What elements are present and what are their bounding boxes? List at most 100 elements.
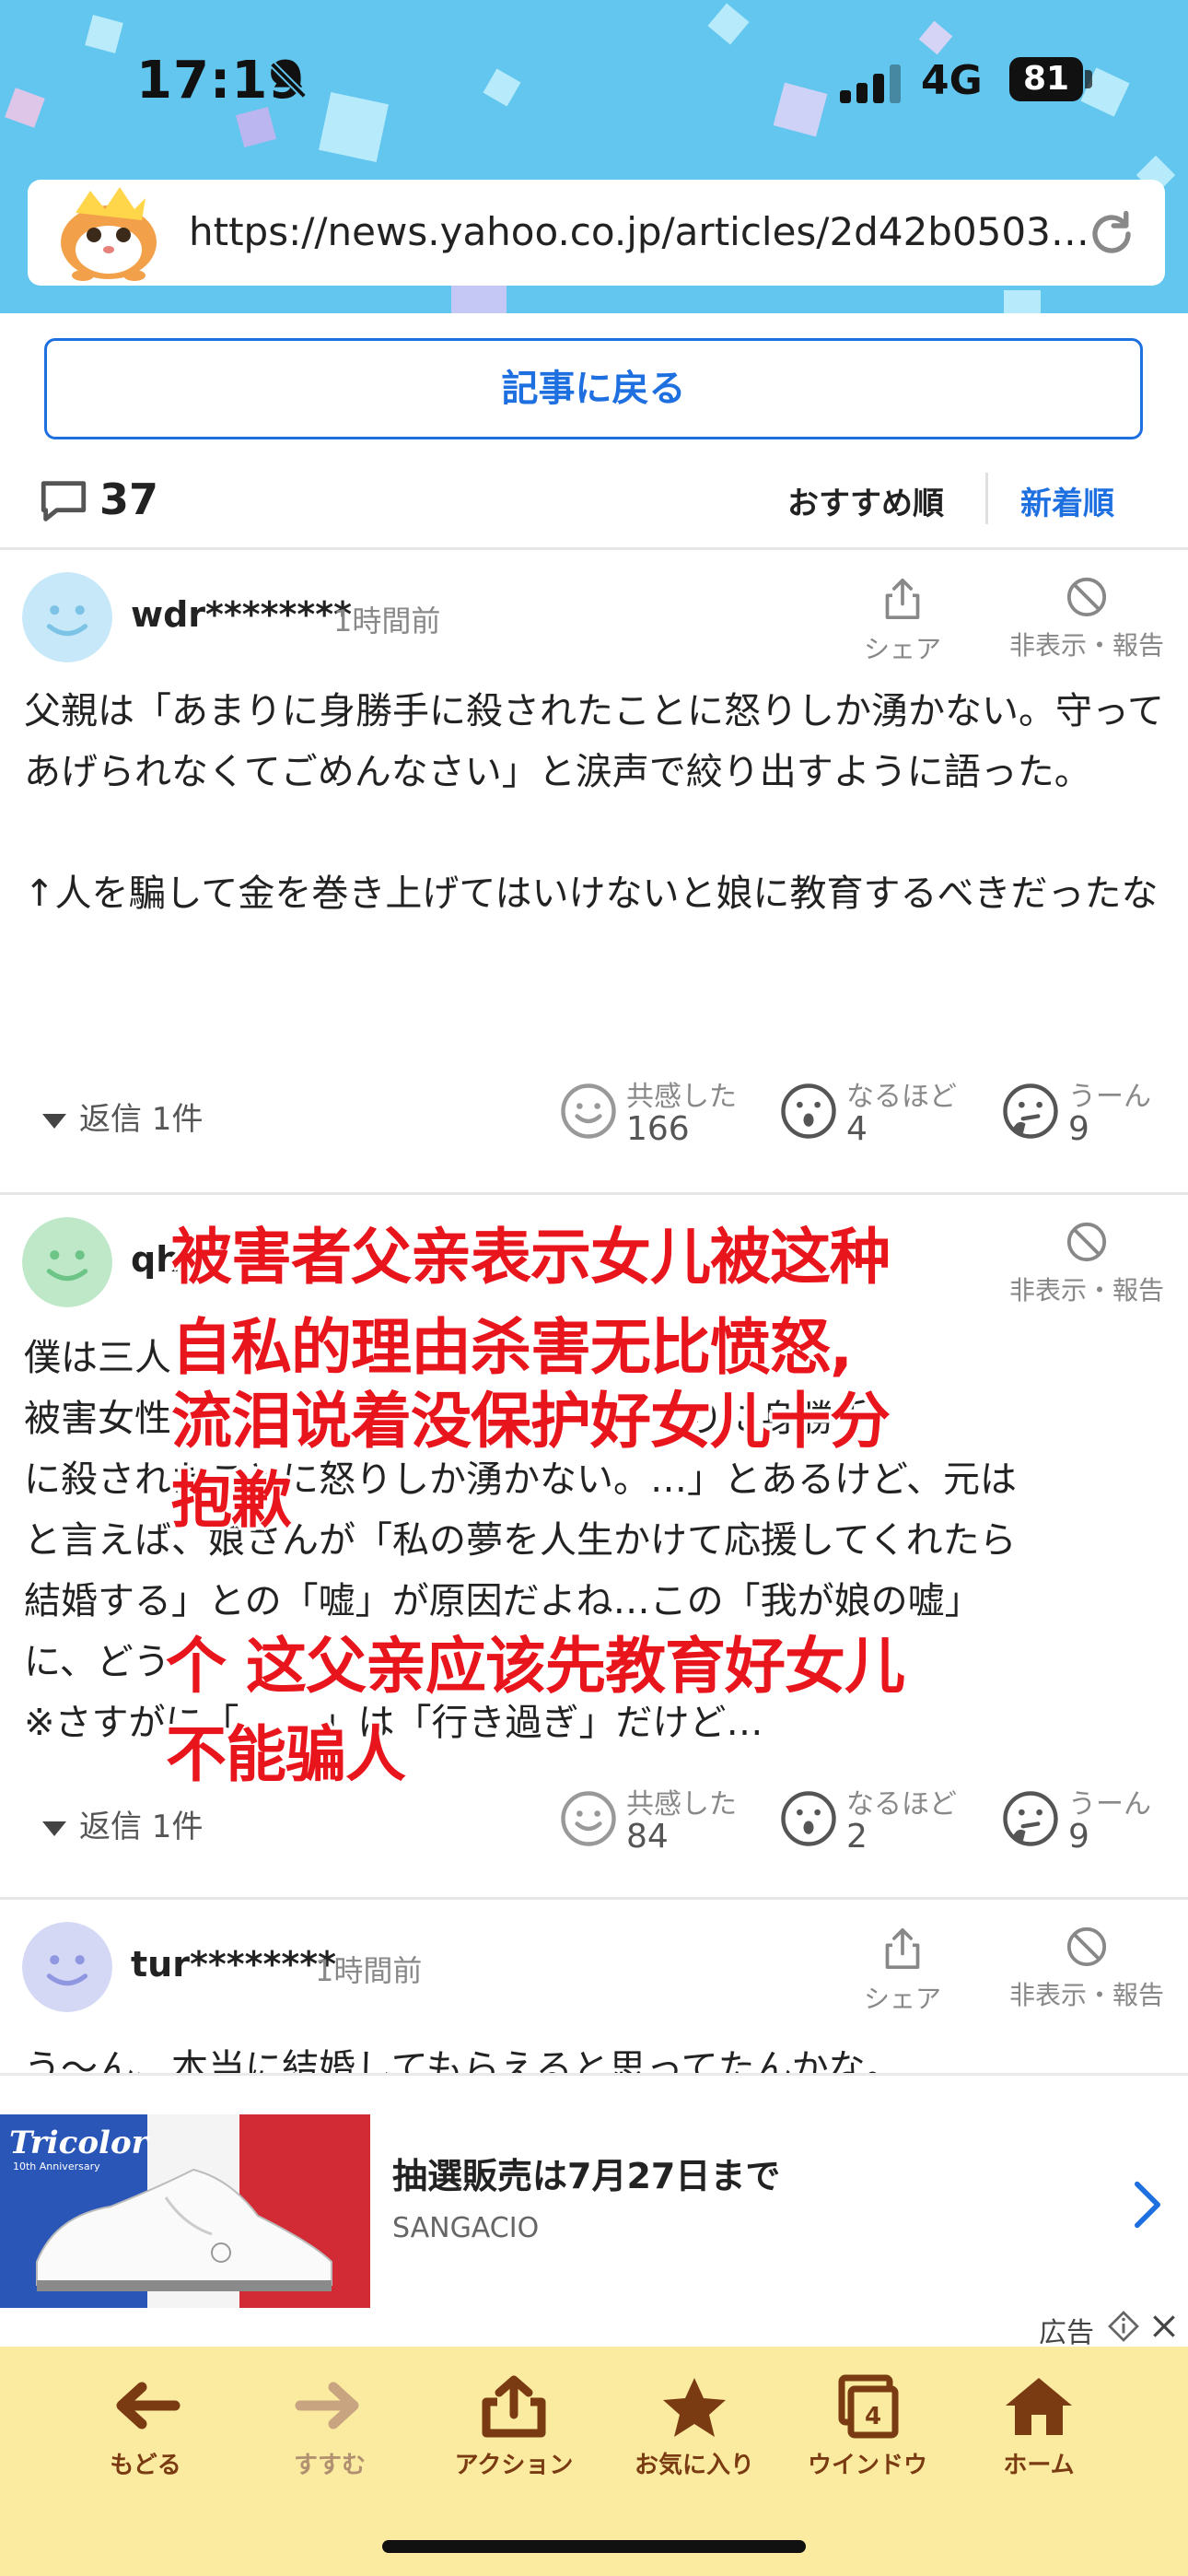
replies-toggle[interactable]: 返信 1件 xyxy=(42,1801,203,1846)
confetti-decoration xyxy=(1004,290,1041,313)
cellular-signal-icon xyxy=(840,64,901,103)
forward-arrow-icon xyxy=(295,2382,359,2430)
avatar xyxy=(22,572,112,662)
comment-time: 1時間前 xyxy=(333,603,441,638)
windows-icon: 4 xyxy=(838,2374,899,2439)
ad-label-row: 広告 xyxy=(0,2308,1188,2349)
toolbar-label: ウインドウ xyxy=(807,2452,927,2479)
ad-banner[interactable]: Tricolor 10th Anniversary 抽選販売は7月27日まで S… xyxy=(0,2073,1188,2308)
overlay-annotation-line: 不能骗人 xyxy=(166,1719,406,1790)
status-bar: 17:19 4G 81 xyxy=(0,0,1188,161)
confetti-decoration xyxy=(451,286,507,313)
ad-title[interactable]: 抽選販売は7月27日まで xyxy=(392,2148,780,2198)
hide-report-button[interactable]: 非表示・報告 xyxy=(999,1221,1174,1313)
hide-report-label: 非表示・報告 xyxy=(1008,630,1164,661)
reload-icon[interactable] xyxy=(1087,209,1136,259)
replies-toggle[interactable]: 返信 1件 xyxy=(42,1094,203,1139)
reaction-agree-button[interactable]: 共感した 166 xyxy=(558,1073,742,1156)
reaction-count: 9 xyxy=(1068,1818,1089,1856)
comment-body: う～ん、本当に結婚してもらえると思ってたんかな。 xyxy=(24,2047,903,2073)
toolbar-forward-button[interactable]: すすむ xyxy=(256,2374,403,2480)
avatar xyxy=(22,1922,112,2012)
comment-item: qh 非表示・報告 僕は三人 被害女性 りに身勝手 に殺されたことに怒りしか湧か… xyxy=(0,1195,1188,1900)
comment-time: 1時間前 xyxy=(315,1953,423,1988)
reaction-count: 84 xyxy=(626,1818,669,1856)
home-indicator[interactable] xyxy=(382,2540,806,2553)
comment-username[interactable]: wdr******** xyxy=(131,594,352,635)
reaction-insight-button[interactable]: なるほど 2 xyxy=(778,1781,962,1864)
overlay-annotation-line: 被害者父亲表示女儿被这种 xyxy=(171,1222,891,1293)
battery-tip xyxy=(1085,70,1092,88)
reaction-label: なるほど xyxy=(846,1081,957,1113)
sneaker-ad-image: Tricolor 10th Anniversary xyxy=(0,2114,370,2308)
overlay-annotation-line: 抱歉 xyxy=(171,1465,292,1536)
toolbar-label: お気に入り xyxy=(634,2452,754,2479)
reaction-count: 166 xyxy=(626,1110,690,1148)
share-button[interactable]: シェア xyxy=(856,576,949,668)
ad-info-icon[interactable] xyxy=(1107,2310,1140,2343)
hide-report-button[interactable]: 非表示・報告 xyxy=(999,576,1174,668)
comment-bubble-icon xyxy=(41,481,87,521)
reaction-count: 4 xyxy=(846,1110,868,1148)
reaction-hmm-button[interactable]: うーん 9 xyxy=(1000,1073,1184,1156)
smile-face-icon xyxy=(561,1083,616,1139)
toolbar-home-button[interactable]: ホーム xyxy=(965,2374,1112,2480)
back-to-article-button[interactable]: 記事に戻る xyxy=(44,338,1143,439)
block-icon xyxy=(1066,1222,1107,1262)
sort-recommended-tab[interactable]: おすすめ順 xyxy=(787,478,944,523)
chevron-right-icon[interactable] xyxy=(1131,2179,1164,2231)
comment-item: wdr******** 1時間前 シェア 非表示・報告 父親は「あまりに身勝手に… xyxy=(0,550,1188,1195)
network-type: 4G xyxy=(921,57,983,104)
toolbar-label: もどる xyxy=(110,2452,181,2479)
reaction-label: うーん xyxy=(1068,1788,1151,1821)
surprised-face-icon xyxy=(781,1791,836,1846)
battery-level: 81 xyxy=(1022,60,1070,98)
overlay-annotation-line: 自私的理由杀害无比愤怒, xyxy=(171,1312,853,1383)
toolbar-label: ホーム xyxy=(1003,2452,1075,2479)
star-icon xyxy=(663,2378,726,2437)
avatar xyxy=(22,1217,112,1307)
ad-advertiser: SANGACIO xyxy=(392,2212,540,2244)
reaction-count: 2 xyxy=(846,1818,868,1856)
reaction-label: なるほど xyxy=(846,1788,957,1821)
address-bar[interactable]: https://news.yahoo.co.jp/articles/2d42b0… xyxy=(28,180,1165,286)
toolbar-label: すすむ xyxy=(293,2452,366,2479)
url-text: https://news.yahoo.co.jp/articles/2d42b0… xyxy=(189,209,1089,254)
reaction-agree-button[interactable]: 共感した 84 xyxy=(558,1781,742,1864)
silent-bell-icon xyxy=(270,62,307,99)
ad-brand-sub: 10th Anniversary xyxy=(13,2160,100,2172)
sort-divider xyxy=(985,473,988,524)
reaction-count: 9 xyxy=(1068,1110,1089,1148)
share-label: シェア xyxy=(863,1984,941,2014)
comment-header: 37 おすすめ順 新着順 xyxy=(0,458,1188,550)
sort-newest-tab[interactable]: 新着順 xyxy=(1020,478,1114,523)
reaction-label: 共感した xyxy=(626,1788,737,1821)
overlay-annotation-line: 流泪说着没保护好女儿十分 xyxy=(171,1386,891,1457)
hide-report-button[interactable]: 非表示・報告 xyxy=(999,1926,1174,2018)
thinking-face-icon xyxy=(1003,1083,1058,1139)
comment-username[interactable]: tur******** xyxy=(131,1944,336,1985)
thinking-face-icon xyxy=(1003,1791,1058,1846)
mascot-icon xyxy=(61,187,157,281)
ad-brand: Tricolor xyxy=(9,2125,150,2161)
overlay-annotation-line: 个 这父亲应该先教育好女儿 xyxy=(166,1631,905,1702)
block-icon xyxy=(1066,577,1107,617)
toolbar-windows-button[interactable]: 4 ウインドウ xyxy=(794,2374,941,2480)
ad-label: 広告 xyxy=(1039,2317,1094,2349)
ad-image[interactable]: Tricolor 10th Anniversary xyxy=(0,2114,370,2308)
comment-item: tur******** 1時間前 シェア 非表示・報告 う～ん、本当に結婚しても… xyxy=(0,1900,1188,2073)
toolbar-favorites-button[interactable]: お気に入り xyxy=(621,2374,768,2480)
reaction-insight-button[interactable]: なるほど 4 xyxy=(778,1073,962,1156)
toolbar-label: アクション xyxy=(454,2452,574,2479)
toolbar-action-button[interactable]: アクション xyxy=(440,2374,588,2480)
toolbar-back-button[interactable]: もどる xyxy=(72,2374,219,2480)
surprised-face-icon xyxy=(781,1083,836,1139)
reaction-hmm-button[interactable]: うーん 9 xyxy=(1000,1781,1184,1864)
hide-report-label: 非表示・報告 xyxy=(1008,1275,1164,1306)
close-icon[interactable] xyxy=(1149,2312,1179,2341)
share-button[interactable]: シェア xyxy=(856,1926,949,2018)
triangle-down-icon xyxy=(42,1821,66,1836)
reaction-label: 共感した xyxy=(626,1081,737,1113)
home-icon xyxy=(1006,2378,1072,2435)
replies-label: 返信 1件 xyxy=(79,1809,204,1845)
